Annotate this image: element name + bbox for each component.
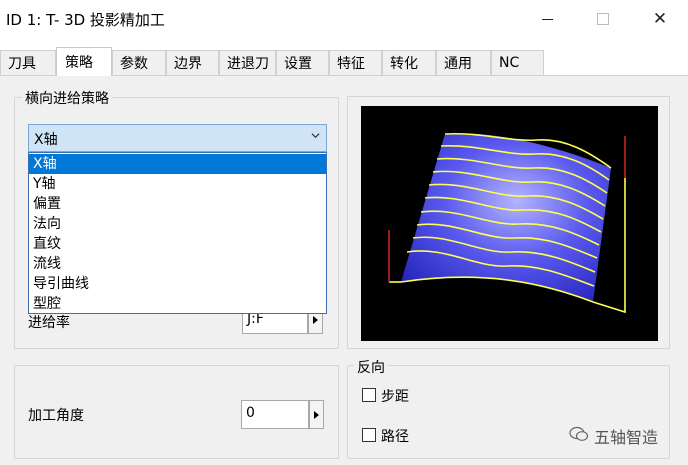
toolpath-preview [361,106,658,341]
tab-settings[interactable]: 设置 [276,50,329,75]
tab-tool[interactable]: 刀具 [0,50,56,75]
strategy-dropdown-list: X轴 Y轴 偏置 法向 直纹 流线 导引曲线 型腔 [28,152,327,314]
tab-label: 转化 [390,56,418,72]
minimize-button[interactable] [519,0,575,38]
close-button[interactable]: ✕ [632,0,688,38]
dropdown-option-flowline[interactable]: 流线 [29,254,326,274]
step-reverse-label[interactable]: 步距 [381,386,409,406]
feed-rate-label: 进给率 [28,315,70,331]
angle-input[interactable]: 0 [241,400,309,429]
tab-label: 策略 [65,55,93,71]
tab-strategy[interactable]: 策略 [56,47,112,76]
path-reverse-label[interactable]: 路径 [381,426,409,446]
strategy-combo[interactable]: X轴 [28,124,327,152]
tab-label: 通用 [444,56,472,72]
dropdown-option-x-axis[interactable]: X轴 [29,154,326,174]
strategy-combo-value: X轴 [34,132,58,148]
angle-value: 0 [246,405,255,421]
tab-general[interactable]: 通用 [436,50,491,75]
maximize-icon [597,13,609,25]
step-reverse-checkbox[interactable] [362,388,376,402]
tab-label: 边界 [174,56,202,72]
tab-features[interactable]: 特征 [329,50,382,75]
tab-transform[interactable]: 转化 [382,50,436,75]
tab-label: 设置 [284,56,312,72]
tab-parameters[interactable]: 参数 [112,50,166,75]
chevron-down-icon [311,133,320,139]
tab-label: 刀具 [8,56,36,72]
angle-label: 加工角度 [28,408,84,424]
dropdown-option-pocket[interactable]: 型腔 [29,294,326,314]
dropdown-option-guide-curve[interactable]: 导引曲线 [29,274,326,294]
angle-spin-button[interactable] [309,400,324,429]
window-title: ID 1: T- 3D 投影精加工 [6,11,165,29]
strategy-group-legend: 横向进给策略 [22,88,112,108]
tab-nc[interactable]: NC [491,50,544,75]
tab-label: 进退刀 [227,56,269,72]
dropdown-option-ruled[interactable]: 直纹 [29,234,326,254]
tab-boundary[interactable]: 边界 [166,50,219,75]
tab-lead-in-out[interactable]: 进退刀 [219,50,276,75]
tab-label: NC [499,55,520,71]
dropdown-option-normal[interactable]: 法向 [29,214,326,234]
tab-label: 参数 [120,56,148,72]
triangle-right-icon [314,410,319,419]
minimize-icon [541,18,553,20]
title-bar: ID 1: T- 3D 投影精加工 ✕ [0,0,688,38]
watermark-text: 五轴智造 [594,428,659,447]
close-icon: ✕ [652,8,668,29]
triangle-right-icon [313,316,318,324]
maximize-button[interactable] [575,0,631,38]
path-reverse-checkbox[interactable] [362,428,376,442]
reverse-group-legend: 反向 [354,357,388,377]
wechat-icon [569,426,589,441]
tab-label: 特征 [337,56,365,72]
toolpath-preview-image [388,132,626,314]
dropdown-option-y-axis[interactable]: Y轴 [29,174,326,194]
dropdown-option-offset[interactable]: 偏置 [29,194,326,214]
